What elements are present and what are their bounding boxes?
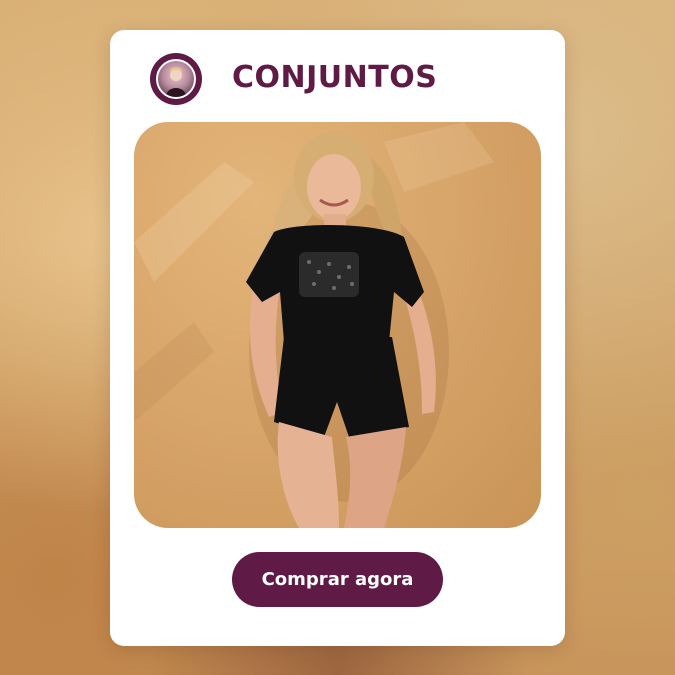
product-card: CONJUNTOS Comprar agora [110,30,565,646]
model-illustration [134,122,494,528]
brand-logo-icon [150,53,202,105]
product-photo [134,122,541,528]
brand-logo-image [156,59,196,99]
card-header: CONJUNTOS [110,30,565,122]
card-title: CONJUNTOS [232,60,438,95]
buy-now-button[interactable]: Comprar agora [232,552,443,607]
